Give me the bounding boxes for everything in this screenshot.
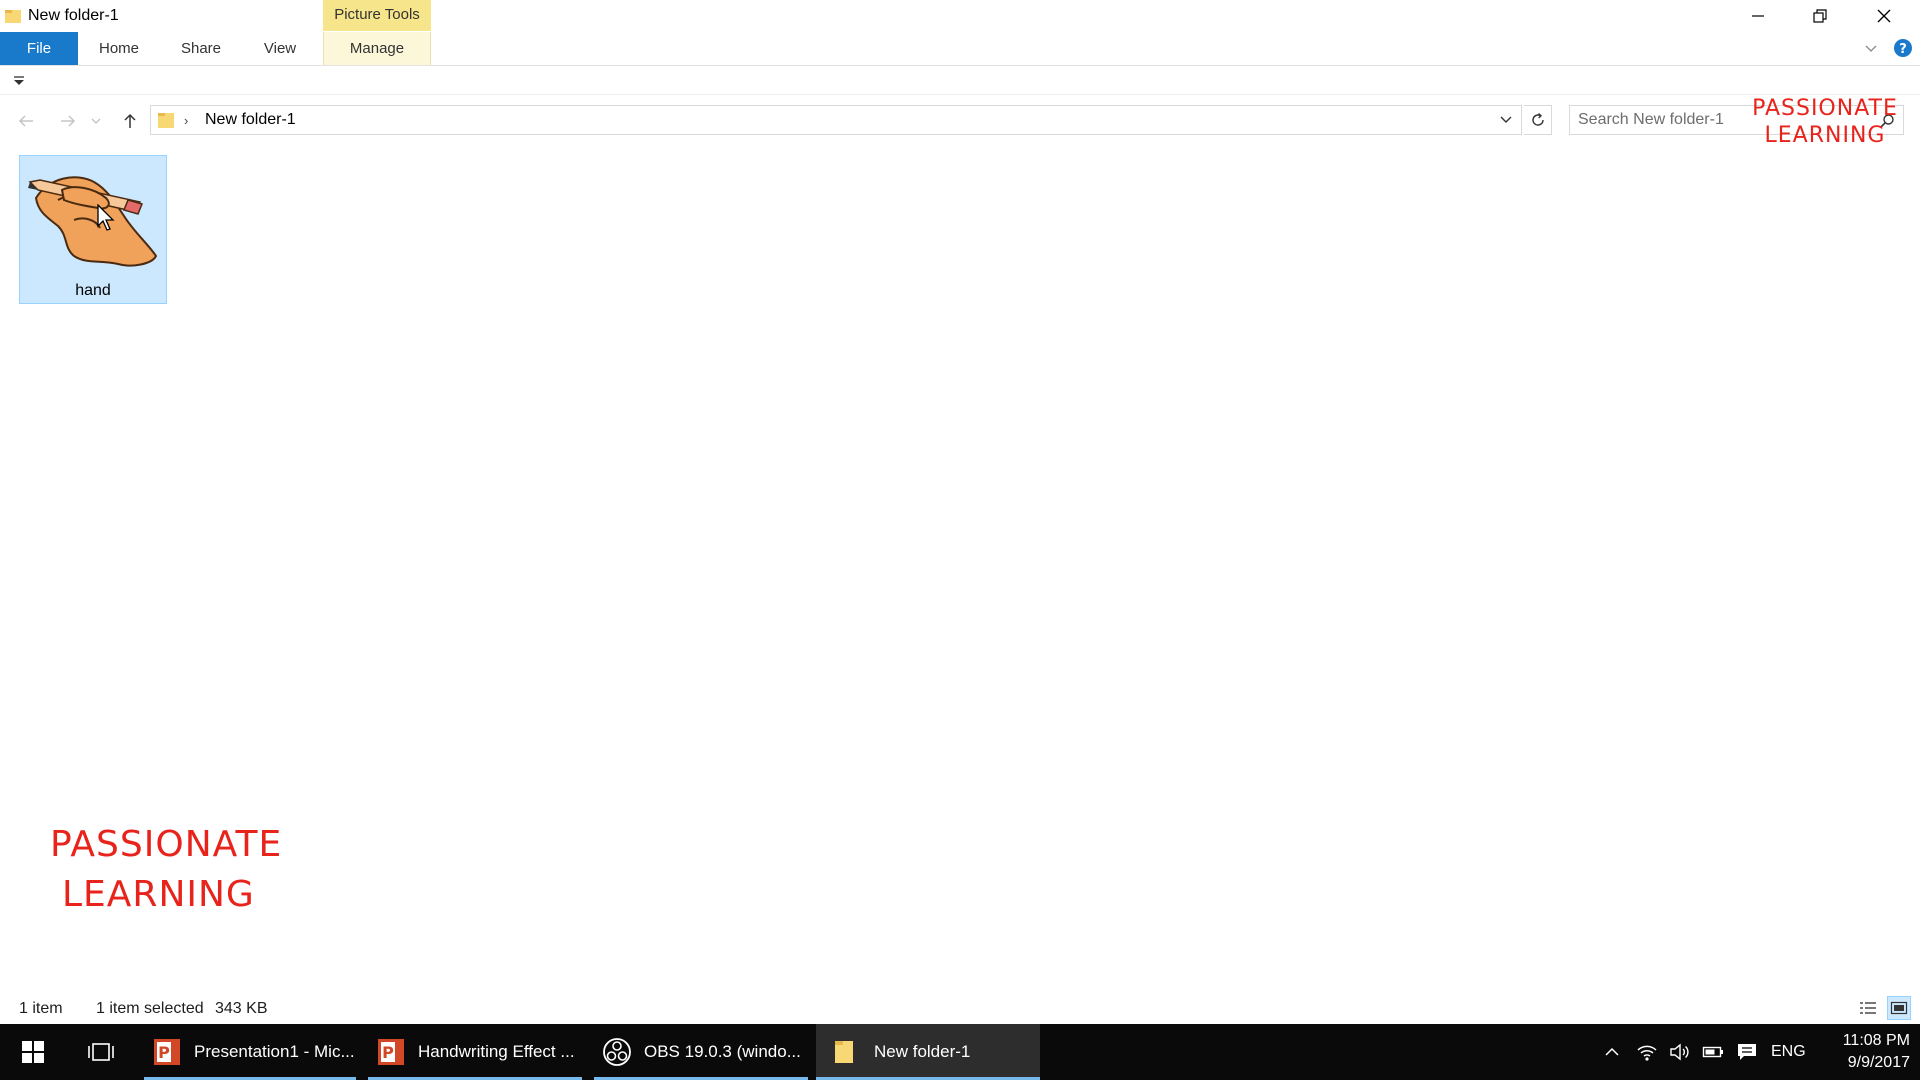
powerpoint-icon: P [378,1039,404,1065]
forward-button[interactable] [56,109,80,133]
svg-text:P: P [158,1043,170,1062]
chevron-down-icon [91,118,101,124]
tab-manage[interactable]: Manage [323,32,431,65]
folder-icon [158,113,174,128]
quick-access-toolbar [0,67,1920,95]
status-bar: 1 item 1 item selected 343 KB [0,994,1920,1024]
obs-icon [603,1038,631,1066]
breadcrumb-current-folder[interactable]: New folder-1 [205,111,296,129]
close-button[interactable] [1854,0,1914,32]
item-count: 1 item [19,1000,63,1017]
tab-view[interactable]: View [252,32,308,65]
selection-size: 343 KB [215,1000,268,1017]
folder-icon [835,1041,853,1063]
folder-icon [5,10,21,23]
tab-share[interactable]: Share [170,32,232,65]
powerpoint-icon: P [154,1039,180,1065]
battery-button[interactable] [1701,1040,1725,1064]
minimize-icon [1752,15,1764,17]
taskbar-app-label: New folder-1 [874,1042,971,1061]
taskbar-app-new-folder-1[interactable]: New folder-1 [816,1024,1040,1080]
svg-text:P: P [382,1043,394,1062]
ribbon-tab-bar: File Home Share View Manage ? [0,32,1920,66]
file-name-label: hand [75,282,111,299]
show-hidden-icons-button[interactable] [1600,1040,1624,1064]
taskbar-app-label: OBS 19.0.3 (windo... [644,1042,801,1061]
tab-home[interactable]: Home [88,32,150,65]
watermark-line-2: LEARNING [62,874,255,916]
breadcrumb-separator-icon[interactable]: › [184,113,188,128]
window-title: New folder-1 [28,7,119,24]
input-language-indicator[interactable]: ENG [1771,1043,1806,1061]
close-icon [1877,9,1891,23]
up-button[interactable] [118,109,142,133]
mouse-cursor-icon [97,204,115,231]
speaker-icon [1670,1043,1689,1061]
clock-time: 11:08 PM [1842,1032,1910,1049]
svg-text:?: ? [1899,42,1907,57]
help-icon[interactable]: ? [1893,38,1913,58]
action-center-button[interactable] [1735,1040,1759,1064]
taskbar-app-presentation1[interactable]: P Presentation1 - Mic... [144,1024,356,1080]
taskbar-clock[interactable]: 11:08 PM 9/9/2017 [1820,1030,1910,1074]
minimize-button[interactable] [1728,0,1788,32]
notification-icon [1738,1044,1756,1060]
network-button[interactable] [1635,1040,1659,1064]
taskbar-app-label: Handwriting Effect ... [418,1042,575,1061]
taskbar-app-label: Presentation1 - Mic... [194,1042,355,1061]
taskbar-app-obs[interactable]: OBS 19.0.3 (windo... [594,1024,808,1080]
restore-icon [1813,9,1827,23]
navigation-row: › New folder-1 [0,100,1920,140]
windows-logo-icon [22,1041,44,1063]
hand-pencil-thumbnail [28,160,158,278]
file-item-hand[interactable]: hand [19,155,167,304]
clock-date: 9/9/2017 [1847,1054,1910,1071]
refresh-button[interactable] [1524,105,1552,135]
watermark-bottom: PASSIONATE LEARNING [50,820,330,921]
watermark-line-1: PASSIONATE [1752,96,1898,121]
start-button[interactable] [0,1024,66,1080]
back-button[interactable] [14,109,38,133]
refresh-icon [1531,112,1544,126]
picture-tools-header: Picture Tools [323,0,431,31]
chevron-down-icon[interactable] [1499,113,1513,127]
selection-count: 1 item selected [96,1000,204,1017]
large-icons-view-button[interactable] [1887,996,1911,1020]
taskbar-app-handwriting-effect[interactable]: P Handwriting Effect ... [368,1024,582,1080]
arrow-left-icon [19,115,33,127]
task-view-button[interactable] [70,1024,132,1080]
arrow-up-icon [124,113,136,128]
task-view-icon [88,1043,114,1061]
chevron-up-icon [1605,1047,1619,1056]
address-bar[interactable]: › New folder-1 [150,105,1522,135]
large-icons-view-icon [1890,1001,1908,1015]
battery-icon [1702,1046,1723,1058]
watermark-line-1: PASSIONATE [50,824,283,865]
title-bar: New folder-1 Picture Tools [0,0,1920,32]
customize-quick-access-icon[interactable] [10,73,28,89]
tab-file[interactable]: File [0,32,78,65]
expand-ribbon-icon[interactable] [1864,42,1878,56]
taskbar: P Presentation1 - Mic... P Handwriting E… [0,1024,1920,1080]
recent-locations-button[interactable] [88,109,104,133]
volume-button[interactable] [1668,1040,1692,1064]
restore-button[interactable] [1790,0,1850,32]
arrow-right-icon [61,115,75,127]
details-view-button[interactable] [1856,996,1880,1020]
wifi-icon [1637,1045,1657,1061]
details-view-icon [1860,1002,1876,1014]
